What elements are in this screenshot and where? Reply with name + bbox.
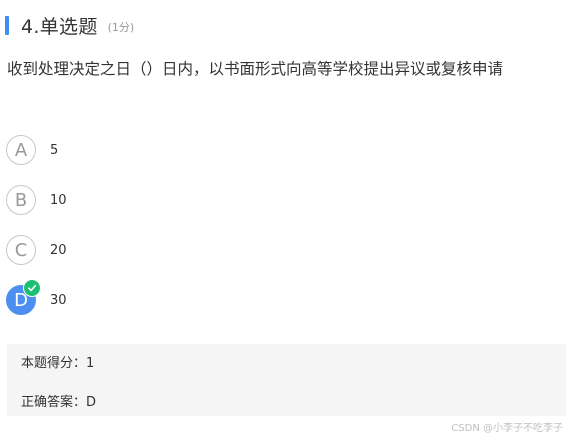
option-text: 5 <box>50 142 59 158</box>
option-c[interactable]: C 20 <box>6 235 67 265</box>
check-icon <box>23 279 41 297</box>
watermark: CSDN @小李子不吃李子 <box>451 423 563 434</box>
option-b[interactable]: B 10 <box>6 185 67 215</box>
option-letter-c[interactable]: C <box>6 235 36 265</box>
option-text: 30 <box>50 292 67 308</box>
option-d[interactable]: D 30 <box>6 279 67 315</box>
score-line: 本题得分：1 <box>21 354 552 374</box>
option-a[interactable]: A 5 <box>6 135 67 165</box>
option-text: 10 <box>50 192 67 208</box>
option-text: 20 <box>50 242 67 258</box>
answer-line: 正确答案：D <box>21 393 552 413</box>
options-list: A 5 B 10 C 20 D 30 <box>6 135 67 335</box>
option-letter-label: A <box>14 139 28 161</box>
result-panel: 本题得分：1 正确答案：D <box>7 344 566 416</box>
option-letter-d[interactable]: D <box>6 279 41 315</box>
option-letter-a[interactable]: A <box>6 135 36 165</box>
question-score: (1分) <box>107 20 135 34</box>
option-letter-label: C <box>14 239 28 261</box>
accent-bar <box>5 15 9 35</box>
answer-label: 正确答案： <box>21 395 87 410</box>
option-letter-label: B <box>14 189 28 211</box>
question-stem: 收到处理决定之日（）日内，以书面形式向高等学校提出异议或复核申请 <box>7 60 504 78</box>
score-label: 本题得分： <box>21 356 87 371</box>
option-letter-b[interactable]: B <box>6 185 36 215</box>
question-header: 4.单选题 (1分) <box>5 14 135 38</box>
score-value: 1 <box>86 356 95 371</box>
question-title: 4.单选题 <box>21 15 98 38</box>
answer-value: D <box>86 395 97 410</box>
